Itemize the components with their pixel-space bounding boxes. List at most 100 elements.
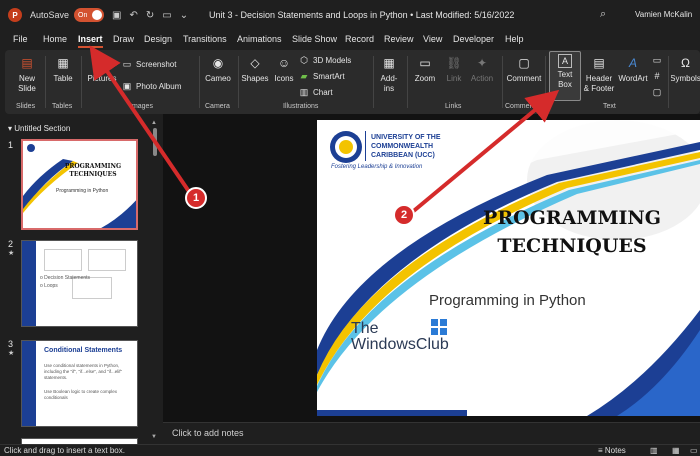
thumb-3-bullet-2: Use Boolean logic to create complex cond… (44, 389, 118, 400)
tab-view[interactable]: View (423, 34, 442, 44)
addins-button[interactable]: ▦ Add- ins (375, 54, 403, 94)
current-slide[interactable]: UNIVERSITY OF THE COMMONWEALTH CARIBBEAN… (317, 120, 700, 416)
tab-developer[interactable]: Developer (453, 34, 494, 44)
customize-quick-access-icon[interactable]: ⌄ (180, 10, 188, 21)
tab-animations[interactable]: Animations (237, 34, 282, 44)
header-footer-icon: ▤ (593, 56, 605, 70)
screenshot-button[interactable]: ▭ Screenshot (121, 58, 177, 70)
slide-number-button[interactable]: # (651, 70, 666, 82)
divider (668, 56, 669, 108)
reading-view-icon[interactable]: ▭ (690, 446, 698, 455)
comment-button[interactable]: ▢ Comment (505, 54, 543, 84)
tab-transitions[interactable]: Transitions (183, 34, 227, 44)
tab-record[interactable]: Record (345, 34, 374, 44)
thumb-1-art (23, 141, 136, 228)
tab-insert[interactable]: Insert (78, 34, 103, 48)
search-icon[interactable]: ⌕ (600, 8, 606, 21)
smartart-button[interactable]: ▰ SmartArt (298, 70, 345, 82)
group-comments-label: Comments (505, 103, 539, 110)
link-button[interactable]: ⛓ Link (441, 54, 467, 84)
tab-draw[interactable]: Draw (113, 34, 134, 44)
shapes-icon: ◇ (250, 56, 260, 70)
slide-subtitle[interactable]: Programming in Python (429, 292, 586, 309)
tab-help[interactable]: Help (505, 34, 524, 44)
slide-title-line-2: TECHNIQUES (497, 235, 647, 257)
slide-thumbnail-1[interactable]: PROGRAMMING TECHNIQUES Programming in Py… (21, 139, 138, 230)
object-button[interactable]: ▢ (651, 86, 666, 98)
thumb-2-line-2: o Loops (40, 283, 58, 289)
tab-slide-show[interactable]: Slide Show (292, 34, 337, 44)
table-label: Table (53, 74, 73, 83)
icons-label: Icons (274, 74, 294, 83)
slide-thumbnail-3[interactable]: Conditional Statements Use conditional s… (21, 340, 138, 427)
scroll-thumb[interactable] (153, 128, 157, 156)
thumb-3-bullet-1: Use conditional statements in Python, in… (44, 363, 123, 380)
powerpoint-window: P AutoSave On ▣ ↶ ↻ ▭ ⌄ Unit 3 - Decisio… (0, 0, 700, 456)
group-illustrations-label: Illustrations (283, 103, 319, 110)
object-icon: ▢ (652, 86, 662, 97)
save-icon[interactable]: ▣ (112, 10, 121, 21)
slide-title[interactable]: PROGRAMMING TECHNIQUES (467, 204, 677, 260)
chart-icon: ▥ (299, 86, 309, 97)
normal-view-icon[interactable]: ▥ (650, 446, 658, 455)
date-time-button[interactable]: ▭ (651, 54, 666, 66)
header-footer-button[interactable]: ▤ Header & Footer (583, 54, 615, 94)
new-slide-button[interactable]: ▤ New Slide (13, 54, 41, 94)
symbols-label: Symbols (671, 74, 700, 83)
slide-number-1: 1 (8, 140, 14, 150)
photo-album-button[interactable]: ▣ Photo Album (121, 80, 182, 92)
action-button[interactable]: ✦ Action (467, 54, 497, 84)
notes-toggle-button[interactable]: ≡ Notes (598, 446, 626, 455)
link-icon: ⛓ (446, 56, 462, 70)
undo-icon[interactable]: ↶ (129, 10, 137, 21)
thumb-2-sidebar (22, 241, 36, 326)
symbols-button[interactable]: Ω Symbols (671, 54, 700, 84)
autosave-toggle[interactable]: On (74, 8, 105, 22)
university-tagline: Fostering Leadership & Innovation (331, 164, 423, 170)
shapes-button[interactable]: ◇ Shapes (241, 54, 269, 84)
thumbnail-scrollbar[interactable]: ▲ ▼ (151, 120, 159, 445)
notes-pane[interactable]: Click to add notes (163, 422, 700, 444)
divider (373, 56, 374, 108)
text-box-button[interactable]: A Text Box (551, 54, 579, 90)
tab-home[interactable]: Home (43, 34, 67, 44)
user-name[interactable]: Vamien McKalin (635, 10, 692, 19)
scroll-down-icon[interactable]: ▼ (151, 434, 157, 440)
chart-button[interactable]: ▥ Chart (298, 86, 333, 98)
tab-design[interactable]: Design (144, 34, 172, 44)
section-label[interactable]: ▾ Untitled Section (8, 124, 70, 133)
divider (45, 56, 46, 108)
present-icon[interactable]: ▭ (162, 10, 171, 21)
slide-sorter-icon[interactable]: ▦ (672, 446, 680, 455)
cameo-button[interactable]: ◉ Cameo (203, 54, 233, 84)
tab-file[interactable]: File (13, 34, 28, 44)
tab-review[interactable]: Review (384, 34, 414, 44)
group-images-label: Images (130, 103, 153, 110)
text-box-label: Text Box (557, 70, 573, 89)
zoom-button[interactable]: ▭ Zoom (410, 54, 440, 84)
cameo-icon: ◉ (212, 56, 224, 70)
wordart-button[interactable]: A WordArt (616, 54, 650, 84)
photo-album-label: Photo Album (136, 81, 182, 91)
link-label: Link (446, 74, 462, 83)
slide-editor: UNIVERSITY OF THE COMMONWEALTH CARIBBEAN… (163, 114, 700, 422)
slide-thumbnail-2[interactable]: o Decision Statements o Loops (21, 240, 138, 327)
group-slides-label: Slides (16, 103, 36, 110)
thumb-1-title: PROGRAMMING TECHNIQUES (64, 163, 122, 178)
slide-number-3: 3 (8, 339, 14, 349)
scroll-up-icon[interactable]: ▲ (151, 120, 157, 126)
addins-icon: ▦ (383, 56, 395, 70)
divider (545, 56, 546, 108)
redo-icon[interactable]: ↻ (146, 10, 154, 21)
status-hint: Click and drag to insert a text box. (4, 446, 125, 455)
new-slide-label: New Slide (18, 74, 36, 93)
3d-models-button[interactable]: ⬡ 3D Models (298, 54, 351, 66)
pictures-button[interactable]: 🖼 Pictures (85, 54, 119, 84)
slide-title-line-1: PROGRAMMING (483, 207, 661, 229)
icons-button[interactable]: ☺ Icons (271, 54, 297, 84)
3d-models-label: 3D Models (313, 55, 352, 65)
thumb-3-title: Conditional Statements (44, 347, 123, 354)
table-button[interactable]: ▦ Table (50, 54, 76, 84)
notes-toggle-label: Notes (604, 446, 626, 455)
cube-icon: ⬡ (300, 54, 308, 65)
